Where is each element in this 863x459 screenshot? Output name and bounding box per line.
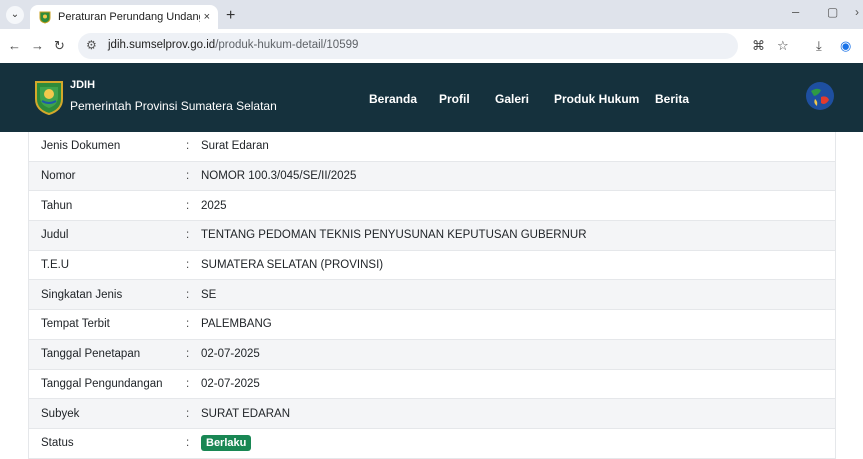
- table-row: Tanggal Pengundangan : 02-07-2025: [28, 369, 836, 400]
- detail-value: 02-07-2025: [201, 377, 260, 390]
- detail-colon: :: [186, 377, 190, 390]
- translate-icon[interactable]: ⌘: [752, 38, 765, 54]
- nav-beranda[interactable]: Beranda: [369, 92, 417, 106]
- detail-label: T.E.U: [41, 259, 70, 272]
- site-header: JDIH Pemerintah Provinsi Sumatera Selata…: [0, 63, 863, 132]
- document-details-table: Jenis Dokumen : Surat Edaran Nomor : NOM…: [28, 132, 836, 459]
- table-row: Status : Berlaku: [28, 428, 836, 459]
- site-info-icon[interactable]: ⚙: [86, 38, 97, 52]
- detail-colon: :: [186, 318, 190, 331]
- download-icon[interactable]: ⤓: [816, 38, 822, 54]
- detail-colon: :: [186, 199, 190, 212]
- bookmark-star-icon[interactable]: ☆: [777, 38, 789, 54]
- detail-value-status: Berlaku: [201, 435, 835, 452]
- profile-icon[interactable]: ◉: [840, 38, 851, 54]
- detail-label: Status: [41, 437, 74, 450]
- url-text[interactable]: jdih.sumselprov.go.id/produk-hukum-detai…: [108, 39, 358, 51]
- close-window-icon[interactable]: ›: [855, 5, 859, 19]
- nav-profil[interactable]: Profil: [439, 92, 470, 106]
- table-row: Singkatan Jenis : SE: [28, 280, 836, 311]
- detail-label: Subyek: [41, 407, 80, 420]
- detail-label: Singkatan Jenis: [41, 288, 123, 301]
- detail-colon: :: [186, 140, 190, 153]
- detail-value: NOMOR 100.3/045/SE/II/2025: [201, 170, 357, 183]
- site-favicon-icon: [39, 11, 51, 24]
- table-row: Tempat Terbit : PALEMBANG: [28, 310, 836, 340]
- detail-value: Surat Edaran: [201, 140, 269, 153]
- address-bar[interactable]: ⚙ jdih.sumselprov.go.id/produk-hukum-det…: [78, 33, 738, 59]
- detail-colon: :: [186, 229, 190, 242]
- url-path: /produk-hukum-detail/10599: [215, 39, 359, 51]
- nav-galeri[interactable]: Galeri: [495, 92, 529, 106]
- detail-colon: :: [186, 437, 190, 450]
- detail-colon: :: [186, 348, 190, 361]
- nav-berita[interactable]: Berita: [655, 92, 689, 106]
- detail-colon: :: [186, 259, 190, 272]
- detail-colon: :: [186, 170, 190, 183]
- detail-colon: :: [186, 288, 190, 301]
- detail-label: Tanggal Penetapan: [41, 348, 141, 361]
- new-tab-button[interactable]: +: [226, 7, 235, 25]
- detail-value: 02-07-2025: [201, 348, 260, 361]
- table-row: Tanggal Penetapan : 02-07-2025: [28, 339, 836, 370]
- detail-value: PALEMBANG: [201, 318, 272, 331]
- detail-value: SURAT EDARAN: [201, 407, 291, 420]
- table-row: T.E.U : SUMATERA SELATAN (PROVINSI): [28, 250, 836, 281]
- detail-value: SUMATERA SELATAN (PROVINSI): [201, 259, 384, 272]
- status-badge: Berlaku: [201, 435, 252, 452]
- tab-title: Peraturan Perundang Undanga: [58, 11, 200, 23]
- minimize-icon[interactable]: –: [792, 4, 799, 19]
- browser-tab[interactable]: Peraturan Perundang Undanga ×: [30, 5, 218, 29]
- brand-subtitle[interactable]: Pemerintah Provinsi Sumatera Selatan: [70, 99, 277, 113]
- reload-icon[interactable]: ↻: [54, 38, 65, 54]
- detail-value: SE: [201, 288, 217, 301]
- globe-logo-icon[interactable]: [805, 81, 835, 111]
- detail-label: Jenis Dokumen: [41, 140, 121, 153]
- tab-list-chevron-icon[interactable]: ⌄: [6, 6, 24, 24]
- table-row: Judul : TENTANG PEDOMAN TEKNIS PENYUSUNA…: [28, 221, 836, 251]
- detail-label: Judul: [41, 229, 69, 242]
- table-row: Jenis Dokumen : Surat Edaran: [28, 132, 836, 162]
- forward-arrow-icon[interactable]: →: [31, 38, 44, 53]
- back-arrow-icon[interactable]: ←: [8, 38, 21, 53]
- detail-label: Nomor: [41, 170, 76, 183]
- detail-label: Tahun: [41, 199, 73, 212]
- url-host: jdih.sumselprov.go.id: [108, 39, 216, 51]
- detail-label: Tanggal Pengundangan: [41, 377, 163, 390]
- tab-strip: ⌄ Peraturan Perundang Undanga × + – ▢ ›: [0, 0, 863, 29]
- table-row: Nomor : NOMOR 100.3/045/SE/II/2025: [28, 161, 836, 192]
- brand-title[interactable]: JDIH: [70, 79, 95, 91]
- tab-close-icon[interactable]: ×: [204, 11, 210, 23]
- maximize-icon[interactable]: ▢: [827, 5, 838, 19]
- table-row: Subyek : SURAT EDARAN: [28, 399, 836, 429]
- browser-toolbar: ← → ↻ ⚙ jdih.sumselprov.go.id/produk-huk…: [0, 29, 863, 64]
- nav-produk-hukum[interactable]: Produk Hukum: [554, 92, 639, 106]
- detail-value: TENTANG PEDOMAN TEKNIS PENYUSUNAN KEPUTU…: [201, 229, 587, 242]
- detail-colon: :: [186, 407, 190, 420]
- detail-value: 2025: [201, 199, 227, 212]
- table-row: Tahun : 2025: [28, 191, 836, 222]
- province-emblem-icon[interactable]: [34, 79, 64, 115]
- detail-label: Tempat Terbit: [41, 318, 110, 331]
